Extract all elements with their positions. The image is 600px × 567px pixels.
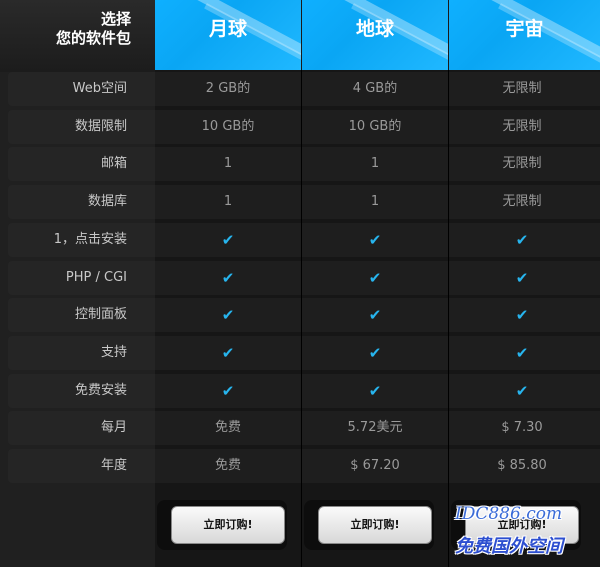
feature-label: PHP / CGI bbox=[8, 261, 155, 295]
check-icon: ✔ bbox=[515, 269, 529, 287]
check-icon: ✔ bbox=[368, 269, 382, 287]
check-icon: ✔ bbox=[221, 382, 235, 400]
column-divider bbox=[301, 70, 302, 567]
corner-line1: 选择 bbox=[100, 10, 131, 28]
feature-value: 1 bbox=[223, 194, 233, 209]
check-icon: ✔ bbox=[368, 231, 382, 249]
plan-name-moon: 月球 bbox=[208, 18, 247, 40]
feature-value: 5.72美元 bbox=[347, 420, 403, 435]
plan-header-earth: 地球 bbox=[302, 0, 448, 70]
watermark-domain: IDC886.com bbox=[455, 504, 563, 524]
order-button-frame: 立即订购! bbox=[157, 500, 287, 550]
feature-label: 数据限制 bbox=[8, 110, 155, 144]
check-icon: ✔ bbox=[221, 269, 235, 287]
feature-value: $ 67.20 bbox=[350, 458, 400, 473]
watermark: IDC886.com 免费国外空间 bbox=[455, 504, 600, 564]
check-icon: ✔ bbox=[515, 382, 529, 400]
plan-name-earth: 地球 bbox=[355, 18, 394, 40]
feature-label: 免费安装 bbox=[8, 374, 155, 408]
feature-value: $ 7.30 bbox=[501, 420, 543, 435]
feature-value: 10 GB的 bbox=[201, 119, 255, 134]
check-icon: ✔ bbox=[368, 382, 382, 400]
check-icon: ✔ bbox=[515, 344, 529, 362]
check-icon: ✔ bbox=[515, 231, 529, 249]
check-icon: ✔ bbox=[221, 231, 235, 249]
plan-header-moon: 月球 bbox=[155, 0, 301, 70]
check-icon: ✔ bbox=[221, 344, 235, 362]
feature-label: 1，点击安装 bbox=[8, 223, 155, 257]
feature-label: Web空间 bbox=[8, 72, 155, 106]
feature-label: 每月 bbox=[8, 411, 155, 445]
column-divider bbox=[448, 70, 449, 567]
check-icon: ✔ bbox=[515, 306, 529, 324]
feature-label: 支持 bbox=[8, 336, 155, 370]
order-button-frame: 立即订购! bbox=[304, 500, 434, 550]
feature-value: 免费 bbox=[214, 420, 241, 435]
feature-value: 无限制 bbox=[502, 156, 542, 171]
feature-value: 无限制 bbox=[502, 119, 542, 134]
corner-title: 选择 您的软件包 bbox=[56, 10, 131, 48]
plan-name-universe: 宇宙 bbox=[505, 18, 544, 40]
check-icon: ✔ bbox=[221, 306, 235, 324]
check-icon: ✔ bbox=[368, 344, 382, 362]
feature-label: 数据库 bbox=[8, 185, 155, 219]
pricing-table: 选择 您的软件包 月球 地球 宇宙 Web空间 2 GB的 4 GB的 无限制 数据限制… bbox=[0, 0, 600, 567]
corner-line2: 您的软件包 bbox=[55, 29, 131, 47]
corner-header: 选择 您的软件包 bbox=[0, 0, 155, 72]
check-icon: ✔ bbox=[368, 306, 382, 324]
watermark-slogan: 免费国外空间 bbox=[455, 536, 563, 557]
plan-header-universe: 宇宙 bbox=[449, 0, 600, 70]
feature-value: 10 GB的 bbox=[348, 119, 402, 134]
order-button-moon[interactable]: 立即订购! bbox=[171, 506, 285, 544]
feature-value: 1 bbox=[370, 194, 380, 209]
feature-value: $ 85.80 bbox=[497, 458, 547, 473]
feature-value: 4 GB的 bbox=[352, 81, 398, 96]
feature-value: 1 bbox=[370, 156, 380, 171]
feature-label: 控制面板 bbox=[8, 298, 155, 332]
feature-label: 邮箱 bbox=[8, 147, 155, 181]
feature-value: 无限制 bbox=[502, 194, 542, 209]
order-button-earth[interactable]: 立即订购! bbox=[318, 506, 432, 544]
feature-label: 年度 bbox=[8, 449, 155, 483]
feature-value: 无限制 bbox=[502, 81, 542, 96]
feature-value: 1 bbox=[223, 156, 233, 171]
feature-value: 免费 bbox=[214, 458, 241, 473]
feature-value: 2 GB的 bbox=[205, 81, 251, 96]
